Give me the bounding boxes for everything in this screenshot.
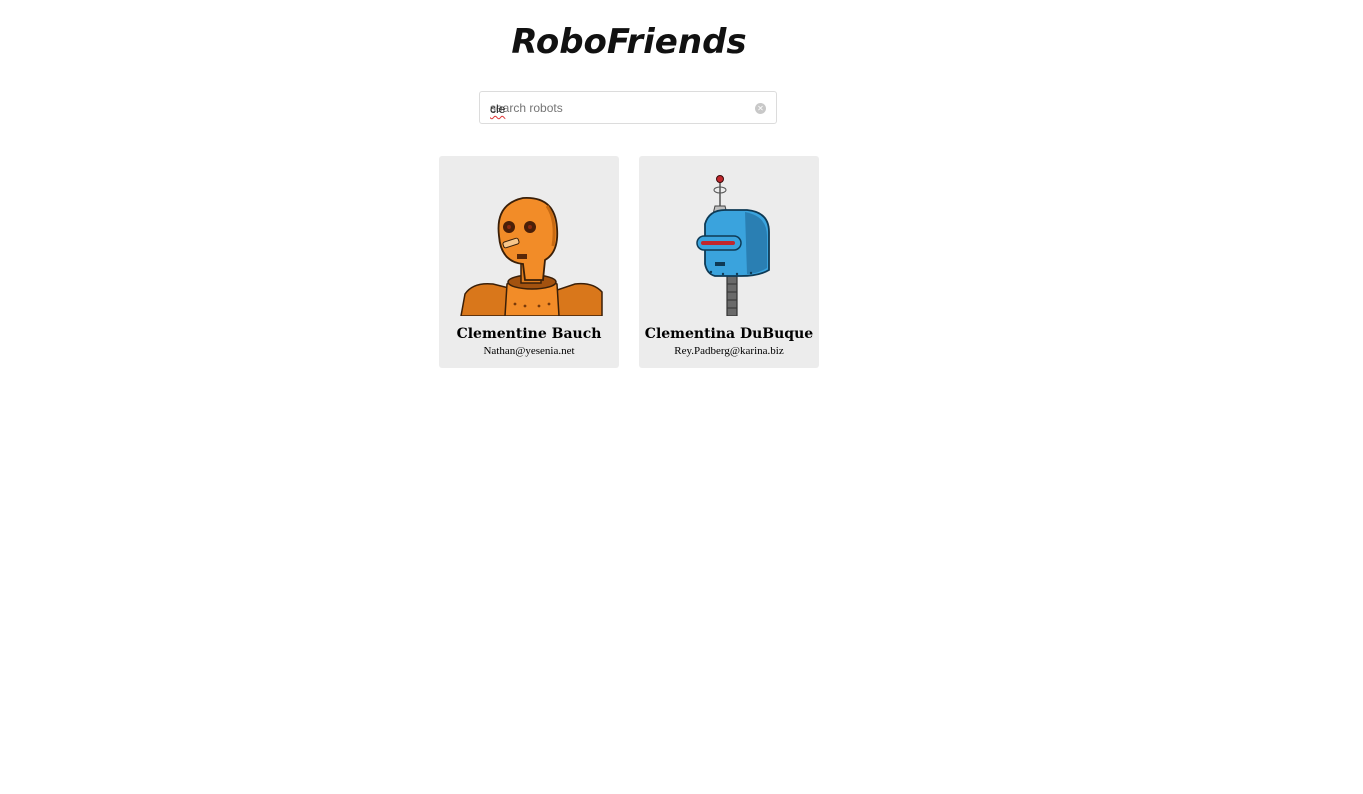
- robot-name: Clementina DuBuque: [644, 326, 814, 342]
- robot-email: Nathan@yesenia.net: [483, 345, 575, 357]
- robot-card[interactable]: Clementina DuBuque Rey.Padberg@karina.bi…: [639, 156, 819, 368]
- robot-card[interactable]: Clementine Bauch Nathan@yesenia.net: [439, 156, 619, 368]
- robot-email: Rey.Padberg@karina.biz: [674, 345, 784, 357]
- robofriends-app: RoboFriends cle ✕: [0, 0, 1363, 794]
- search-input[interactable]: [480, 92, 776, 123]
- blue-robot-avatar: [696, 175, 770, 316]
- search-box[interactable]: cle ✕: [479, 91, 777, 124]
- robot-name: Clementine Bauch: [456, 326, 602, 342]
- page-title: RoboFriends: [511, 22, 747, 62]
- clear-search-icon[interactable]: ✕: [755, 103, 766, 114]
- orange-robot-avatar: [460, 197, 603, 316]
